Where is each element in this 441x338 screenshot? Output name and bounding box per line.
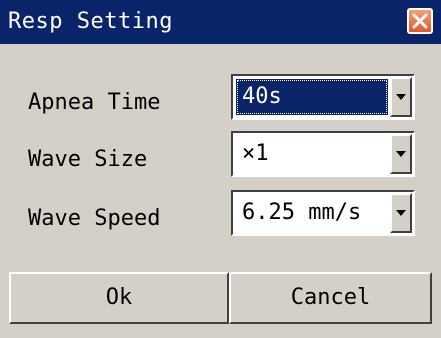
wave-size-label: Wave Size: [28, 147, 148, 172]
dialog-title: Resp Setting: [8, 9, 173, 34]
apnea-time-select[interactable]: 40s: [231, 74, 415, 120]
apnea-time-value: 40s: [236, 79, 388, 115]
wave-speed-value: 6.25 mm/s: [242, 200, 362, 225]
chevron-down-icon: [396, 94, 406, 100]
wave-size-dropdown-button[interactable]: [390, 134, 412, 174]
apnea-time-label: Apnea Time: [28, 90, 161, 115]
cancel-button[interactable]: Cancel: [229, 272, 432, 324]
chevron-down-icon: [396, 151, 406, 157]
close-icon: [412, 13, 428, 29]
resp-setting-dialog: Resp Setting Apnea Time 40s Wave Size ×1…: [0, 0, 441, 338]
wave-size-value: ×1: [242, 141, 269, 166]
wave-size-select[interactable]: ×1: [231, 131, 415, 177]
apnea-time-dropdown-button[interactable]: [390, 77, 412, 117]
wave-speed-select[interactable]: 6.25 mm/s: [231, 190, 415, 236]
wave-speed-label: Wave Speed: [28, 206, 161, 231]
close-button[interactable]: [407, 8, 433, 34]
title-bar[interactable]: Resp Setting: [0, 0, 441, 44]
ok-button[interactable]: Ok: [9, 272, 229, 324]
chevron-down-icon: [396, 210, 406, 216]
wave-speed-dropdown-button[interactable]: [390, 193, 412, 233]
